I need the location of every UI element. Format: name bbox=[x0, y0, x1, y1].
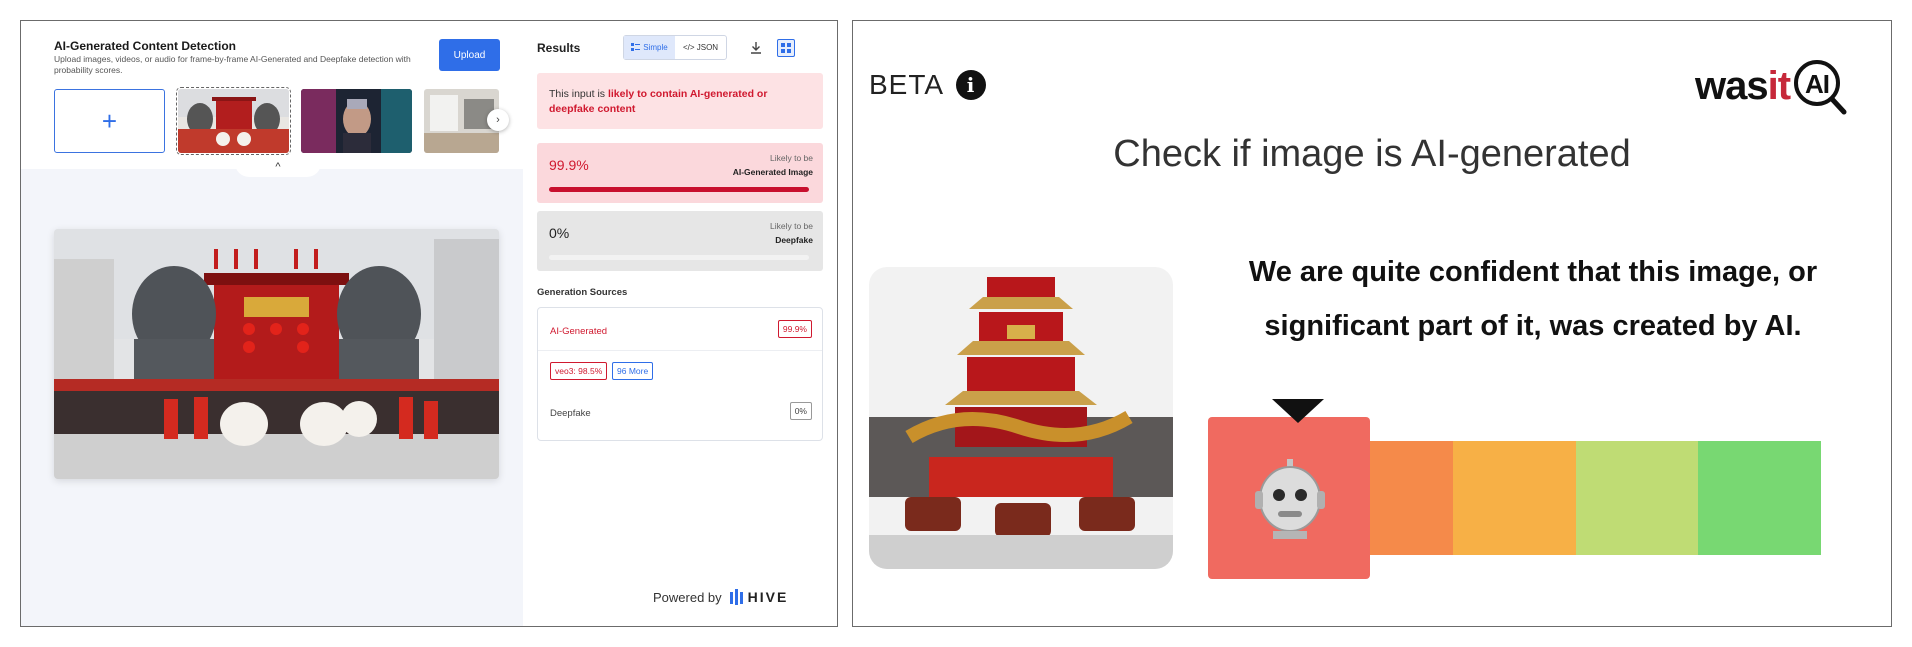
logo-it: it bbox=[1767, 63, 1791, 108]
view-mode-toggle: Simple </> JSON bbox=[623, 35, 727, 60]
thumbnail-festival[interactable] bbox=[176, 87, 291, 155]
cyberpunk-thumbnail-image bbox=[301, 89, 412, 153]
logo-was: was bbox=[1695, 63, 1769, 108]
results-column: Results Simple </> JSON This input is li… bbox=[523, 21, 837, 626]
beta-badge: BETA i bbox=[869, 69, 987, 101]
ai-generated-score-card: 99.9% Likely to be AI-Generated Image bbox=[537, 143, 823, 203]
deepfake-score-bar bbox=[549, 255, 809, 260]
meter-pointer-icon bbox=[1272, 399, 1324, 423]
grid-icon bbox=[781, 43, 791, 53]
json-view-tab[interactable]: </> JSON bbox=[675, 36, 726, 59]
verdict-banner: This input is likely to contain AI-gener… bbox=[537, 73, 823, 129]
ai-verdict-text: We are quite confident that this image, … bbox=[1193, 245, 1873, 353]
beta-label: BETA bbox=[869, 69, 945, 100]
deepfake-score-label-top: Likely to be bbox=[770, 221, 813, 231]
more-sources-button[interactable]: 96 More bbox=[612, 362, 654, 380]
page-headline: Check if image is AI-generated bbox=[1113, 133, 1631, 175]
media-column: AI-Generated Content Detection Upload im… bbox=[21, 21, 523, 626]
app-subtitle: Upload images, videos, or audio for fram… bbox=[54, 54, 411, 75]
powered-by-footer: Powered by HIVE bbox=[653, 589, 788, 605]
pagoda-festival-image bbox=[869, 267, 1173, 569]
powered-by-label: Powered by bbox=[653, 589, 722, 605]
hive-brand-text: HIVE bbox=[747, 589, 789, 605]
app-title: AI-Generated Content Detection bbox=[54, 39, 237, 53]
model-tag-veo3: veo3: 98.5% bbox=[550, 362, 608, 380]
hive-logo-icon bbox=[729, 589, 743, 605]
deepfake-source-label: Deepfake bbox=[550, 408, 591, 419]
festival-preview-image bbox=[54, 229, 499, 479]
simple-view-label: Simple bbox=[643, 43, 668, 52]
deepfake-score-card: 0% Likely to be Deepfake bbox=[537, 211, 823, 271]
verdict-line-2: significant part of it, was created by A… bbox=[1264, 310, 1802, 342]
ai-generated-source-value: 99.9% bbox=[777, 320, 812, 338]
info-icon[interactable]: i bbox=[956, 70, 987, 100]
layout-toggle-icon[interactable] bbox=[777, 39, 795, 57]
ai-score-label: AI-Generated Image bbox=[732, 167, 813, 177]
meter-segment-3 bbox=[1453, 441, 1577, 555]
verdict-line-1: We are quite confident that this image, … bbox=[1248, 256, 1818, 288]
download-icon[interactable] bbox=[749, 41, 763, 55]
deepfake-score-label: Deepfake bbox=[775, 235, 813, 245]
verdict-prefix: This input is bbox=[549, 88, 608, 100]
upload-button[interactable]: Upload bbox=[439, 39, 500, 71]
ai-score-bar-fill bbox=[549, 187, 809, 192]
hive-logo: HIVE bbox=[729, 589, 789, 605]
ai-score-percent: 99.9% bbox=[549, 157, 589, 173]
deepfake-score-percent: 0% bbox=[549, 225, 570, 241]
generation-sources-title: Generation Sources bbox=[537, 287, 628, 298]
ai-score-label-top: Likely to be bbox=[770, 153, 813, 163]
simple-view-tab[interactable]: Simple bbox=[624, 36, 675, 59]
collapse-thumbnails-button[interactable]: ^ bbox=[235, 157, 321, 177]
meter-segment-5 bbox=[1698, 441, 1822, 555]
results-title: Results bbox=[537, 41, 581, 55]
meter-segment-4 bbox=[1575, 441, 1699, 555]
ai-generated-source-label: AI-Generated bbox=[550, 326, 608, 337]
generation-sources-box: AI-Generated 99.9% veo3: 98.5% 96 More D… bbox=[537, 307, 823, 441]
robot-icon bbox=[1255, 459, 1325, 539]
next-thumbnails-button[interactable]: › bbox=[487, 109, 509, 131]
chevron-up-icon: ^ bbox=[275, 161, 281, 173]
wasitai-logo: was it AI bbox=[1695, 57, 1848, 115]
upload-header: AI-Generated Content Detection Upload im… bbox=[21, 21, 523, 169]
thumbnail-cyberpunk[interactable] bbox=[301, 89, 412, 153]
wasitai-panel: BETA i was it AI Check if image is AI-gen… bbox=[852, 20, 1892, 627]
logo-ai: AI bbox=[1805, 69, 1829, 99]
ai-score-bar bbox=[549, 187, 809, 192]
hive-panel: AI-Generated Content Detection Upload im… bbox=[20, 20, 838, 627]
divider bbox=[538, 350, 822, 351]
festival-thumbnail-image bbox=[178, 89, 289, 153]
analyzed-image bbox=[869, 267, 1173, 569]
deepfake-source-value: 0% bbox=[789, 402, 812, 420]
list-icon bbox=[631, 43, 641, 51]
add-media-button[interactable]: + bbox=[54, 89, 165, 153]
magnifier-logo-icon: AI bbox=[1794, 60, 1847, 115]
preview-image bbox=[54, 229, 499, 479]
